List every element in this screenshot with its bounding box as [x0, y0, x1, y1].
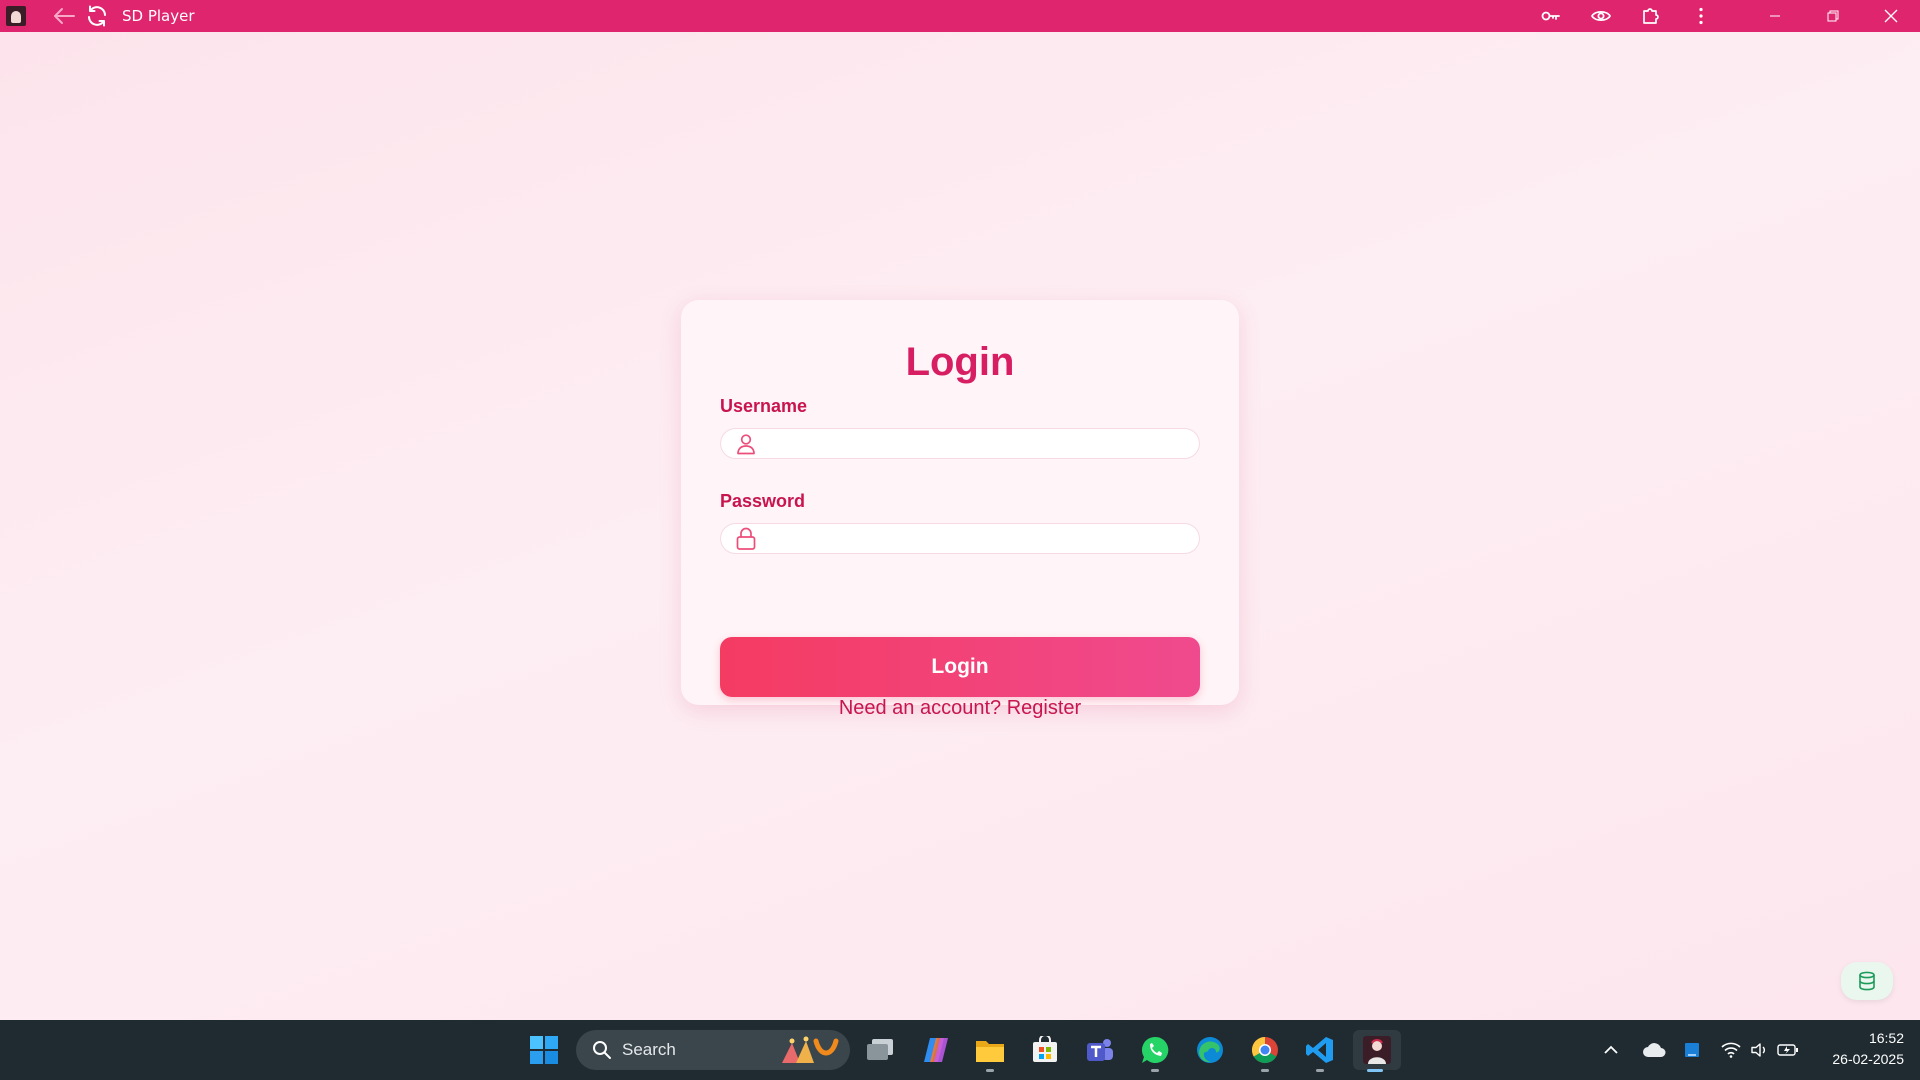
refresh-icon: [88, 5, 106, 27]
login-card: Login Username Password Login: [681, 300, 1239, 705]
database-icon: [1859, 971, 1875, 991]
active-indicator: [1367, 1069, 1383, 1072]
sd-player-icon: [1363, 1036, 1391, 1064]
login-button[interactable]: Login: [720, 637, 1200, 697]
whatsapp-icon: [1141, 1036, 1169, 1063]
tray-app-icon: [1685, 1043, 1699, 1057]
copilot-icon: [924, 1038, 948, 1062]
arrow-left-icon: [54, 8, 75, 24]
window-title: SD Player: [122, 7, 195, 25]
battery-button[interactable]: [1772, 1043, 1804, 1057]
taskbar-search[interactable]: Search: [576, 1030, 850, 1070]
title-bar-actions: [1526, 0, 1920, 32]
clock-date: 26-02-2025: [1832, 1051, 1904, 1067]
database-button[interactable]: [1841, 962, 1893, 1000]
whatsapp-button[interactable]: [1133, 1030, 1177, 1072]
teams-button[interactable]: [1078, 1030, 1122, 1070]
puzzle-icon: [1643, 8, 1659, 24]
show-hidden-icons-button[interactable]: [1596, 1045, 1626, 1055]
refresh-button[interactable]: [82, 0, 112, 32]
user-icon: [734, 432, 758, 456]
search-placeholder: Search: [622, 1040, 676, 1059]
search-icon: [593, 1041, 611, 1059]
minimize-icon: [1770, 15, 1780, 17]
username-field[interactable]: [720, 427, 1200, 460]
onedrive-button[interactable]: [1634, 1042, 1674, 1058]
username-label: Username: [720, 396, 808, 416]
username-input[interactable]: [768, 427, 1200, 460]
back-button[interactable]: [44, 0, 84, 32]
clock-time: 16:52: [1868, 1030, 1904, 1046]
chrome-button[interactable]: [1243, 1030, 1287, 1072]
running-indicator: [1151, 1069, 1159, 1072]
password-label: Password: [720, 491, 806, 511]
running-indicator: [1316, 1069, 1324, 1072]
password-key-button[interactable]: [1526, 0, 1576, 32]
network-button[interactable]: [1716, 1042, 1746, 1058]
search-highlight-icon: [782, 1036, 839, 1063]
close-button[interactable]: [1862, 0, 1920, 32]
chevron-up-icon: [1604, 1045, 1618, 1054]
file-explorer-icon: [976, 1041, 1004, 1062]
task-view-icon: [867, 1039, 893, 1060]
eye-icon: [1591, 10, 1611, 22]
chrome-icon: [1251, 1036, 1278, 1064]
minimize-button[interactable]: [1746, 0, 1804, 32]
register-link[interactable]: Need an account? Register: [0, 697, 1920, 720]
edge-icon: [1197, 1037, 1223, 1063]
windows-start-icon: [530, 1036, 558, 1064]
microsoft-store-button[interactable]: [1023, 1030, 1067, 1070]
microsoft-store-icon: [1033, 1036, 1057, 1062]
cloud-icon: [1643, 1043, 1666, 1057]
taskbar-clock[interactable]: 16:52 26-02-2025: [1812, 1028, 1904, 1070]
more-menu-button[interactable]: [1676, 0, 1726, 32]
battery-charging-icon: [1777, 1044, 1798, 1056]
key-icon: [1541, 11, 1560, 21]
title-bar: SD Player: [0, 0, 1920, 32]
running-indicator: [1261, 1069, 1269, 1072]
running-indicator: [986, 1069, 994, 1072]
vscode-button[interactable]: [1298, 1030, 1342, 1072]
extensions-button[interactable]: [1626, 0, 1676, 32]
vscode-icon: [1306, 1037, 1333, 1063]
maximize-button[interactable]: [1804, 0, 1862, 32]
wifi-icon: [1721, 1042, 1741, 1058]
taskbar: Search 16:52 26-02-2025: [0, 1020, 1920, 1080]
password-input[interactable]: [768, 522, 1200, 555]
tray-app-button[interactable]: [1674, 1041, 1710, 1059]
more-vertical-icon: [1699, 7, 1703, 25]
view-button[interactable]: [1576, 0, 1626, 32]
lock-icon: [734, 527, 758, 551]
restore-icon: [1827, 10, 1839, 22]
password-field[interactable]: [720, 522, 1200, 555]
volume-button[interactable]: [1746, 1042, 1772, 1058]
close-icon: [1884, 9, 1898, 23]
teams-icon: [1087, 1039, 1113, 1061]
system-tray: [1596, 1020, 1804, 1080]
login-title: Login: [905, 340, 1015, 384]
start-button[interactable]: [522, 1030, 566, 1070]
speaker-icon: [1751, 1043, 1765, 1057]
copilot-button[interactable]: [913, 1030, 957, 1070]
app-logo-icon: [6, 6, 26, 26]
title-bar-left: SD Player: [0, 0, 195, 32]
file-explorer-button[interactable]: [968, 1030, 1012, 1072]
sd-player-taskbar-button[interactable]: [1353, 1030, 1401, 1072]
edge-button[interactable]: [1188, 1030, 1232, 1070]
task-view-button[interactable]: [858, 1030, 902, 1070]
main-content: Login Username Password Login Need an ac…: [0, 32, 1920, 1020]
